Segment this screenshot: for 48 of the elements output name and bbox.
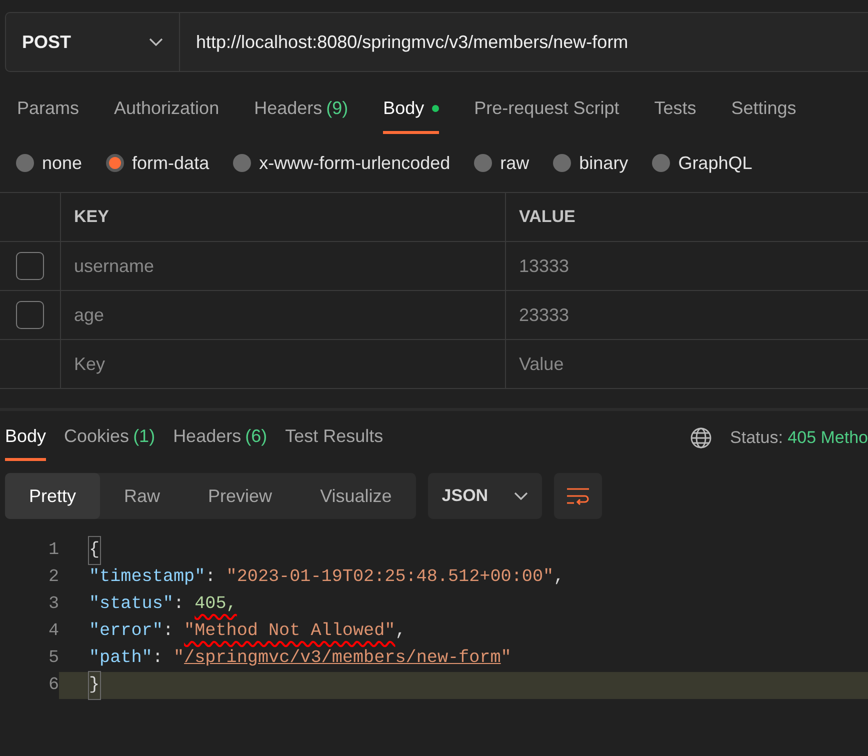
response-tab[interactable]: Cookies (1) xyxy=(64,415,156,461)
response-tab[interactable]: Headers (6) xyxy=(173,415,268,461)
globe-icon xyxy=(690,427,712,449)
request-tab[interactable]: Pre-request Script xyxy=(474,86,620,134)
line-number: 4 xyxy=(47,620,59,644)
value-field[interactable]: 23333 xyxy=(519,302,570,328)
request-tab[interactable]: Body xyxy=(383,86,440,134)
wrap-lines-icon xyxy=(566,487,590,505)
view-mode-tab[interactable]: Raw xyxy=(100,473,184,519)
value-field[interactable]: 13333 xyxy=(519,252,570,280)
value-field[interactable]: Value xyxy=(519,350,564,378)
checkbox[interactable] xyxy=(16,252,44,280)
column-header: KEY xyxy=(74,206,109,228)
key-field[interactable]: username xyxy=(74,252,154,280)
key-field[interactable]: age xyxy=(74,302,104,328)
code-line: "status": 405, xyxy=(88,593,238,616)
view-mode-tab[interactable]: Pretty xyxy=(5,473,100,519)
request-tab[interactable]: Authorization xyxy=(114,86,220,134)
body-type-radio[interactable]: binary xyxy=(553,150,628,176)
code-line: "path": "/springmvc/v3/members/new-form" xyxy=(88,647,512,670)
checkbox[interactable] xyxy=(16,301,44,329)
line-number: 5 xyxy=(47,647,59,670)
request-tab[interactable]: Tests xyxy=(654,86,696,134)
line-number: 6 xyxy=(47,674,59,698)
column-header: VALUE xyxy=(519,206,576,228)
format-dropdown[interactable]: JSON xyxy=(428,473,542,519)
line-number: 2 xyxy=(47,566,59,590)
chevron-down-icon xyxy=(514,492,528,500)
view-mode-tab[interactable]: Preview xyxy=(184,473,296,519)
status-text: Status: 405 Metho xyxy=(730,427,868,450)
response-tab[interactable]: Body xyxy=(5,415,46,461)
body-type-radio[interactable]: GraphQL xyxy=(652,150,752,176)
line-number: 1 xyxy=(47,539,59,562)
key-field[interactable]: Key xyxy=(74,350,106,378)
view-mode-tab[interactable]: Visualize xyxy=(296,473,416,519)
wrap-lines-button[interactable] xyxy=(554,473,602,519)
request-tab[interactable]: Settings xyxy=(731,86,796,134)
body-type-radio[interactable]: x-www-form-urlencoded xyxy=(233,150,450,176)
response-tab[interactable]: Test Results xyxy=(285,415,384,461)
request-tab[interactable]: Headers (9) xyxy=(254,86,348,134)
code-line: { xyxy=(59,537,868,564)
line-number: 3 xyxy=(47,593,59,616)
body-type-radio[interactable]: raw xyxy=(474,150,530,176)
code-line: "timestamp": "2023-01-19T02:25:48.512+00:00", xyxy=(88,566,566,590)
body-type-radio[interactable]: form-data xyxy=(106,150,210,176)
body-type-radio[interactable]: none xyxy=(16,150,82,176)
request-tab[interactable]: Params xyxy=(17,86,80,134)
code-line: "error": "Method Not Allowed", xyxy=(88,620,407,644)
